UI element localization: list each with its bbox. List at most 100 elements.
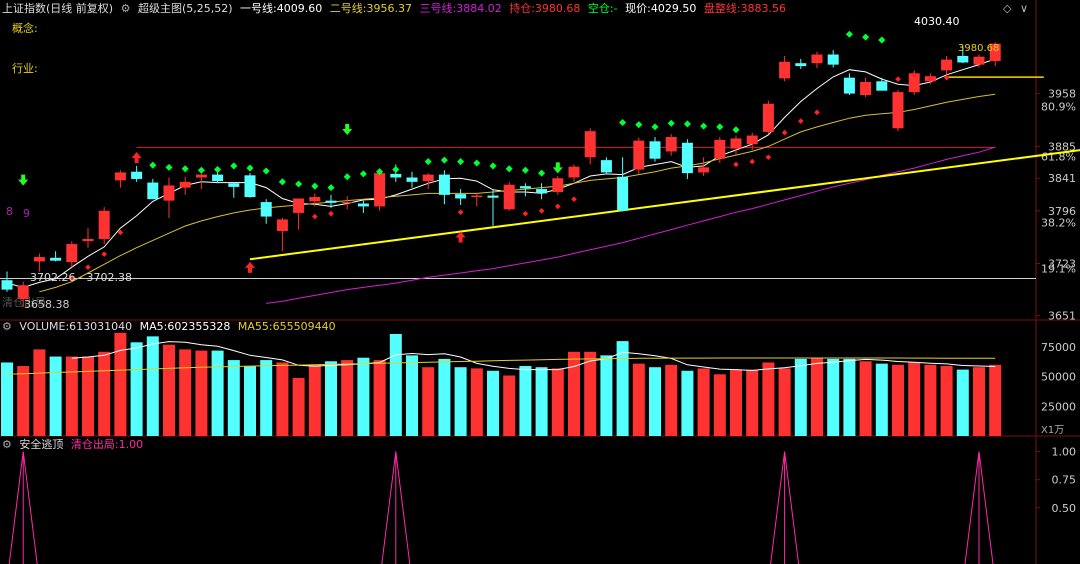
- volume-bar: [454, 367, 467, 436]
- volume-bar: [859, 361, 872, 436]
- candle-body: [82, 238, 94, 242]
- red-signal-dot: [538, 207, 545, 214]
- volume-bar: [989, 364, 1002, 436]
- candle-body: [325, 200, 337, 203]
- industry-label: 行业:: [12, 62, 38, 75]
- candle-body: [406, 177, 418, 182]
- volume-bar: [843, 358, 856, 436]
- volume-bar: [584, 351, 597, 436]
- volume-tick-label: 75000: [1041, 341, 1076, 354]
- green-signal-dot: [327, 184, 335, 192]
- down-arrow-icon: [552, 162, 563, 174]
- volume-bar: [65, 356, 78, 436]
- volume-bar: [146, 336, 159, 436]
- red-signal-dot: [733, 161, 739, 168]
- index-name[interactable]: 上证指数(日线 前复权): [2, 2, 113, 15]
- chart-canvas: 39583885384137963723365180.9%61.8%38.2%1…: [0, 0, 1080, 564]
- candle-body: [568, 166, 580, 178]
- green-signal-dot: [732, 126, 740, 134]
- green-signal-dot: [700, 122, 708, 130]
- indicator-name[interactable]: 超级主图(5,25,52): [138, 2, 233, 15]
- candle-body: [519, 186, 531, 189]
- volume-bar: [487, 370, 499, 436]
- low-price-label: 3658.38: [24, 298, 70, 311]
- stop-label: 盘整线:: [703, 2, 741, 15]
- volume-bar: [616, 341, 629, 436]
- left-mark-8: 8: [6, 205, 13, 218]
- down-arrow-icon: [18, 174, 29, 186]
- volume-bar: [470, 368, 483, 436]
- candle-body: [212, 174, 224, 182]
- price-tick-label: 3841: [1048, 172, 1076, 185]
- line2-value: 3956.37: [366, 2, 412, 15]
- escape-tick-label: 0.50: [1052, 502, 1077, 515]
- price-label: 现价:: [625, 2, 651, 15]
- candle-body: [762, 103, 774, 132]
- green-signal-dot: [878, 36, 886, 44]
- candle-body: [746, 135, 758, 145]
- down-arrow-icon: [342, 124, 353, 136]
- candle-body: [487, 195, 499, 198]
- volume-bar: [17, 366, 30, 436]
- line3-label: 三号线:: [419, 2, 457, 15]
- settings-gear-icon[interactable]: ⚙: [121, 2, 131, 15]
- volume-bar: [292, 377, 305, 436]
- volume-bar: [98, 351, 111, 436]
- volume-bar: [406, 355, 418, 436]
- volume-bar: [956, 369, 969, 436]
- candle-body: [1, 280, 13, 290]
- escape-settings-gear-icon[interactable]: ⚙: [2, 438, 12, 451]
- green-signal-dot: [392, 165, 400, 174]
- green-signal-dot: [489, 162, 497, 170]
- volume-bar: [503, 375, 516, 436]
- red-signal-dot: [895, 76, 901, 82]
- empty-value: -: [613, 2, 618, 15]
- candle-body: [422, 174, 434, 182]
- red-signal-dot: [797, 118, 804, 124]
- candle-body: [147, 182, 159, 200]
- red-signal-dot: [522, 210, 529, 217]
- ma5-label: MA5:: [139, 320, 168, 333]
- volume-bar: [551, 368, 564, 436]
- red-signal-dot: [328, 210, 334, 217]
- left-mark-9: 9: [23, 207, 30, 220]
- escape-header: ⚙ 安全逃顶 清仓出局:1.00: [0, 436, 147, 454]
- candle-body: [584, 131, 596, 158]
- expand-icon[interactable]: ◇: [1003, 2, 1011, 15]
- candle-body: [390, 173, 402, 178]
- ma-line-2: [39, 93, 996, 293]
- red-signal-dot: [311, 213, 318, 220]
- volume-bar: [940, 366, 953, 436]
- volume-bar: [746, 369, 759, 436]
- candle-body: [843, 77, 855, 94]
- candle-body: [471, 195, 483, 198]
- green-signal-dot: [716, 123, 724, 131]
- green-signal-dot: [278, 178, 286, 186]
- volume-bar: [163, 344, 175, 436]
- volume-bar: [341, 360, 354, 436]
- red-signal-dot: [85, 264, 91, 271]
- candle-body: [260, 202, 272, 217]
- volume-bar: [908, 362, 921, 436]
- candle-body: [600, 160, 612, 173]
- candle-body: [50, 257, 62, 261]
- collapse-chevron-icon[interactable]: ∨: [1020, 2, 1028, 15]
- volume-bar: [632, 363, 645, 436]
- candle-body: [941, 59, 953, 71]
- candle-body: [131, 171, 143, 179]
- green-signal-dot: [230, 162, 238, 170]
- candle-body: [876, 81, 888, 91]
- volume-bar: [130, 342, 143, 436]
- ma55-label: MA55:: [237, 320, 273, 333]
- candle-body: [98, 210, 110, 239]
- volume-bar: [211, 350, 224, 436]
- candle-body: [957, 55, 969, 63]
- escape-sub-value: 1.00: [118, 438, 144, 451]
- red-signal-dot: [814, 109, 820, 116]
- escape-tick-label: 0.75: [1052, 474, 1077, 487]
- volume-bar: [227, 360, 240, 436]
- volume-bar: [49, 356, 62, 436]
- volume-settings-gear-icon[interactable]: ⚙: [2, 320, 12, 333]
- volume-bar: [389, 334, 402, 436]
- escape-label: 安全逃顶: [19, 438, 64, 451]
